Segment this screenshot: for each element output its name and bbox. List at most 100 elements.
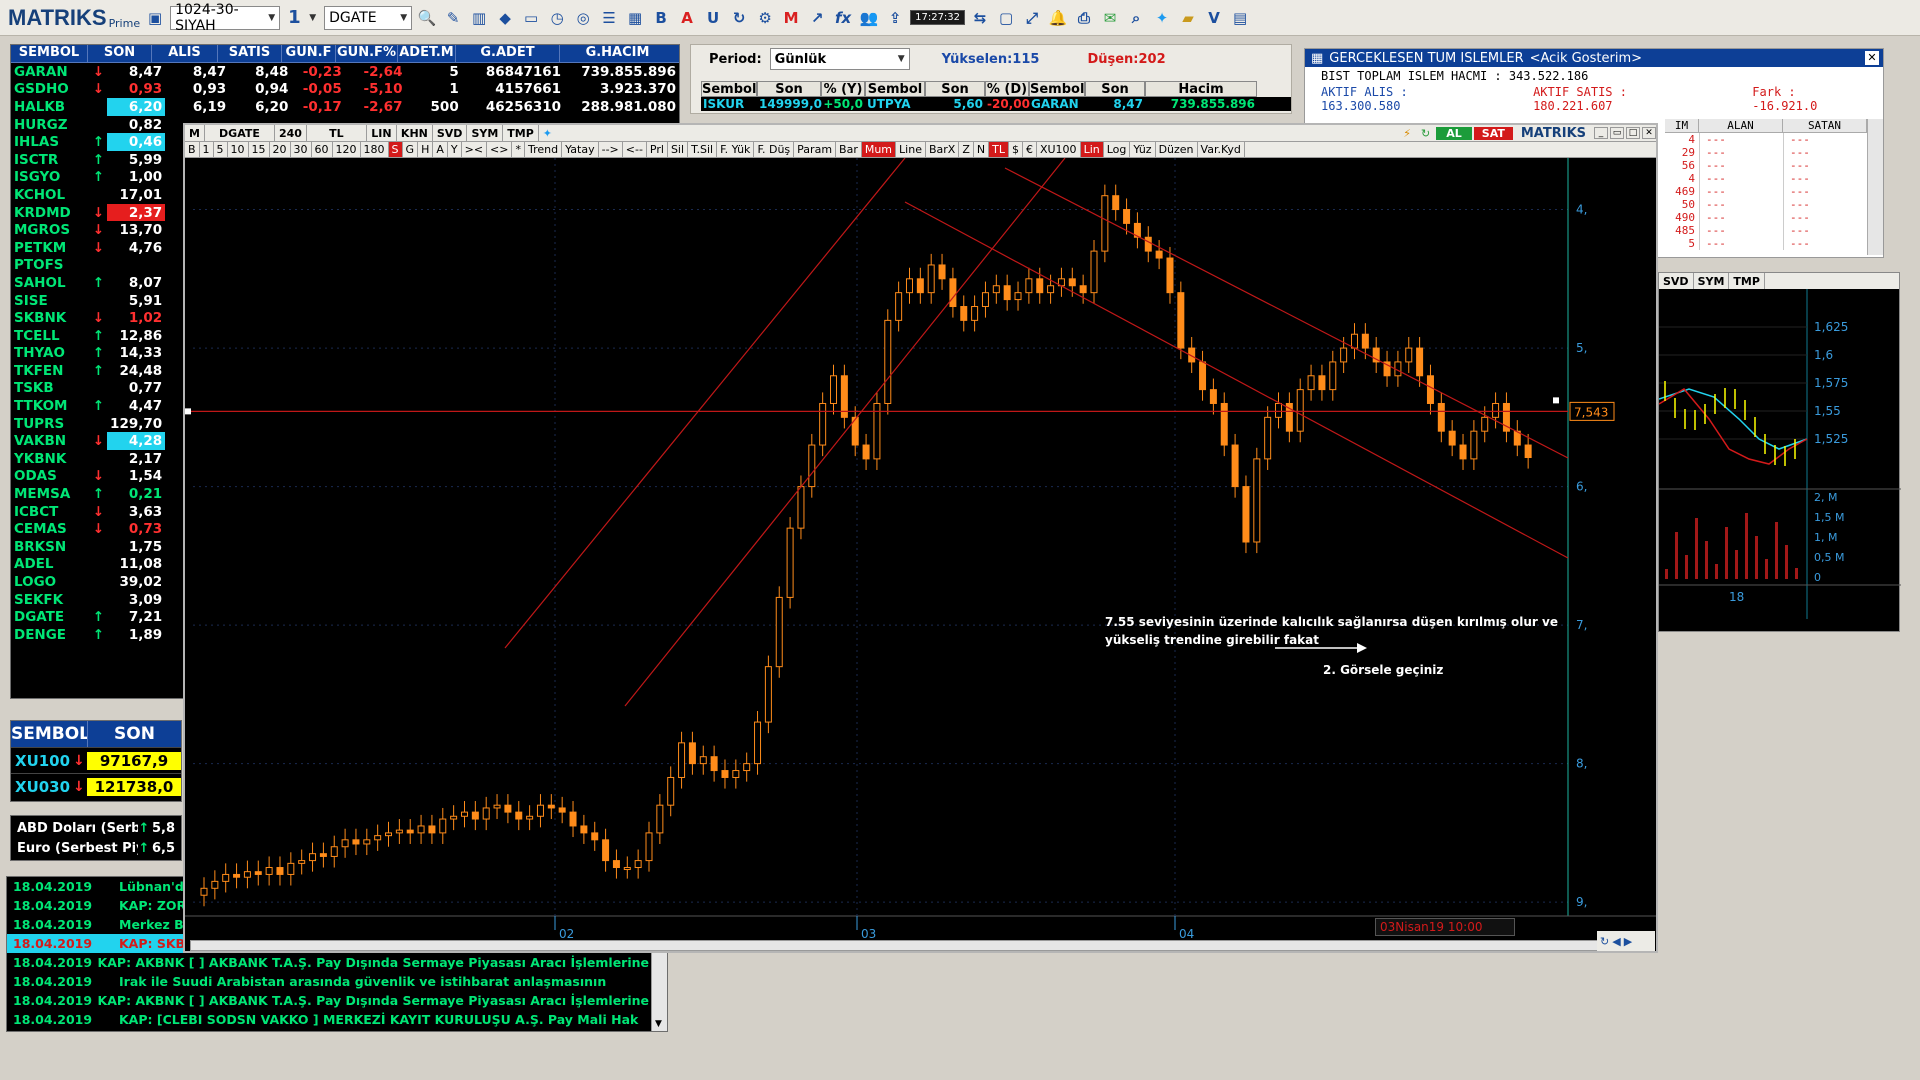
- period-header-cell[interactable]: Son: [925, 81, 985, 97]
- refresh-icon[interactable]: ↻: [728, 7, 750, 29]
- print-icon[interactable]: ⎙: [1073, 7, 1095, 29]
- trade-row[interactable]: 490 --- ---: [1665, 211, 1881, 224]
- save-icon[interactable]: ▣: [144, 7, 166, 29]
- period-header-cell[interactable]: Sembol: [701, 81, 757, 97]
- sell-button[interactable]: SAT: [1473, 126, 1513, 140]
- chart-tool-button[interactable]: F. Düş: [754, 142, 795, 157]
- globe-icon[interactable]: ◎: [572, 7, 594, 29]
- line-chart-icon[interactable]: ↗: [806, 7, 828, 29]
- chart-tool-button[interactable]: <>: [487, 142, 513, 157]
- trade-row[interactable]: 485 --- ---: [1665, 224, 1881, 237]
- trade-row[interactable]: 29 --- ---: [1665, 146, 1881, 159]
- header-gunf[interactable]: GUN.F: [281, 45, 335, 62]
- chart-tool-button[interactable]: Yüz: [1130, 142, 1156, 157]
- maximize-icon[interactable]: □: [1626, 127, 1640, 139]
- cube-icon[interactable]: ◆: [494, 7, 516, 29]
- bold-b-icon[interactable]: B: [650, 7, 672, 29]
- list-icon[interactable]: ☰: [598, 7, 620, 29]
- v-letter-icon[interactable]: V: [1203, 7, 1225, 29]
- period-select[interactable]: Günlük ▼: [769, 48, 910, 70]
- chart-tool-button[interactable]: G: [403, 142, 419, 157]
- chart-tool-button[interactable]: Bar: [836, 142, 862, 157]
- period-header-cell[interactable]: Son: [1085, 81, 1145, 97]
- level-handle[interactable]: [185, 408, 191, 415]
- tools-icon[interactable]: ✎: [442, 7, 464, 29]
- zoom-icon[interactable]: 🔍: [416, 7, 438, 29]
- nav-right-icon[interactable]: ▶: [1624, 935, 1632, 948]
- restore-icon[interactable]: ▭: [1610, 127, 1624, 139]
- trade-row[interactable]: 469 --- ---: [1665, 185, 1881, 198]
- lightning-icon[interactable]: ⚡: [1399, 127, 1415, 140]
- chart-tool-button[interactable]: €: [1023, 142, 1037, 157]
- chart-top-cell[interactable]: DGATE: [205, 125, 275, 141]
- fx-row[interactable]: Euro (Serbest Piy ↑ 6,5: [17, 838, 175, 858]
- trades-header-cell[interactable]: ALAN: [1699, 119, 1783, 132]
- chart-nav-buttons[interactable]: ↻ ◀ ▶: [1597, 931, 1655, 951]
- chart-tool-button[interactable]: -->: [599, 142, 623, 157]
- chart-tool-button[interactable]: N: [974, 142, 990, 157]
- chart-tool-button[interactable]: 1: [200, 142, 214, 157]
- count-select[interactable]: 1 ▼: [284, 6, 320, 30]
- chart-h-scrollbar[interactable]: [190, 940, 1600, 951]
- table-row[interactable]: HALKB 6,20 6,19 6,20 -0,17 -2,67 500 46256310 28…: [11, 98, 679, 116]
- chart-tool-button[interactable]: Param: [794, 142, 837, 157]
- chart-tool-button[interactable]: Prl: [647, 142, 668, 157]
- chart-tool-button[interactable]: 60: [312, 142, 333, 157]
- chart-top-cell[interactable]: TMP: [503, 125, 539, 141]
- chart-grid-icon[interactable]: ▤: [1229, 7, 1251, 29]
- chart-tool-button[interactable]: XU100: [1037, 142, 1081, 157]
- chart-tool-button[interactable]: 10: [228, 142, 249, 157]
- chart-tool-button[interactable]: 20: [270, 142, 291, 157]
- chart-top-cell[interactable]: SVD: [433, 125, 468, 141]
- trades-scrollbar[interactable]: [1867, 119, 1883, 255]
- trade-row[interactable]: 4 --- ---: [1665, 133, 1881, 146]
- chart-tool-button[interactable]: 5: [214, 142, 228, 157]
- chart-tool-button[interactable]: Sil: [668, 142, 689, 157]
- mini-tab[interactable]: TMP: [1729, 273, 1765, 289]
- price-chart[interactable]: 9, 8, 7, 6, 5, 4, 02 03 04 7,543 7.55 seviyesinin …: [185, 158, 1656, 951]
- chart-tool-button[interactable]: T.Sil: [688, 142, 718, 157]
- chart-tool-button[interactable]: Lin: [1080, 142, 1104, 157]
- chart-top-cell[interactable]: 240: [275, 125, 307, 141]
- trades-header-cell[interactable]: SATAN: [1783, 119, 1867, 132]
- expand-icon[interactable]: ⤢: [1021, 7, 1043, 29]
- chart-tool-button[interactable]: <--: [623, 142, 647, 157]
- trade-row[interactable]: 56 --- ---: [1665, 159, 1881, 172]
- mini-tab[interactable]: SVD: [1659, 273, 1694, 289]
- period-table-row[interactable]: ISKUR 149999,0 +50,0 UTPYA 5,60 -20,00 GARAN 8,…: [701, 97, 1291, 111]
- chart-tool-button[interactable]: 120: [333, 142, 361, 157]
- connection-icon[interactable]: ⇆: [969, 7, 991, 29]
- chart-tool-button[interactable]: Y: [448, 142, 462, 157]
- chart-tool-button[interactable]: $: [1009, 142, 1023, 157]
- twitter-icon[interactable]: ✦: [539, 125, 556, 141]
- clock-icon[interactable]: ◷: [546, 7, 568, 29]
- chart-tool-button[interactable]: BarX: [926, 142, 960, 157]
- sync-icon[interactable]: ↻: [1600, 935, 1609, 948]
- period-header-cell[interactable]: % (D): [985, 81, 1029, 97]
- chart-tool-button[interactable]: Yatay: [562, 142, 599, 157]
- bar-chart-icon[interactable]: ▥: [468, 7, 490, 29]
- chart-tool-button[interactable]: *: [512, 142, 525, 157]
- chart-tool-button[interactable]: B: [185, 142, 200, 157]
- chart-tool-button[interactable]: Log: [1104, 142, 1131, 157]
- chart-top-cell[interactable]: SYM: [467, 125, 504, 141]
- symbol-select[interactable]: DGATE ▼: [324, 5, 413, 30]
- period-header-cell[interactable]: Sembol: [1029, 81, 1085, 97]
- folder-icon[interactable]: ▰: [1177, 7, 1199, 29]
- chart-top-cell[interactable]: KHN: [397, 125, 433, 141]
- close-icon[interactable]: ✕: [1642, 127, 1656, 139]
- chart-tool-button[interactable]: H: [418, 142, 434, 157]
- chart-tool-button[interactable]: F. Yük: [717, 142, 755, 157]
- chart-tool-button[interactable]: TL: [989, 142, 1009, 157]
- period-header-cell[interactable]: Sembol: [865, 81, 925, 97]
- users-icon[interactable]: 👥: [858, 7, 880, 29]
- window-icon[interactable]: ▢: [995, 7, 1017, 29]
- index-header-son[interactable]: SON: [87, 721, 181, 747]
- trade-row[interactable]: 4 --- ---: [1665, 172, 1881, 185]
- a-letter-icon[interactable]: A: [676, 7, 698, 29]
- period-header-cell[interactable]: % (Y): [821, 81, 865, 97]
- mini-tab[interactable]: SYM: [1694, 273, 1730, 289]
- fx-icon[interactable]: fx: [832, 7, 854, 29]
- chart-tool-button[interactable]: Z: [959, 142, 974, 157]
- trade-row[interactable]: 5 --- ---: [1665, 237, 1881, 250]
